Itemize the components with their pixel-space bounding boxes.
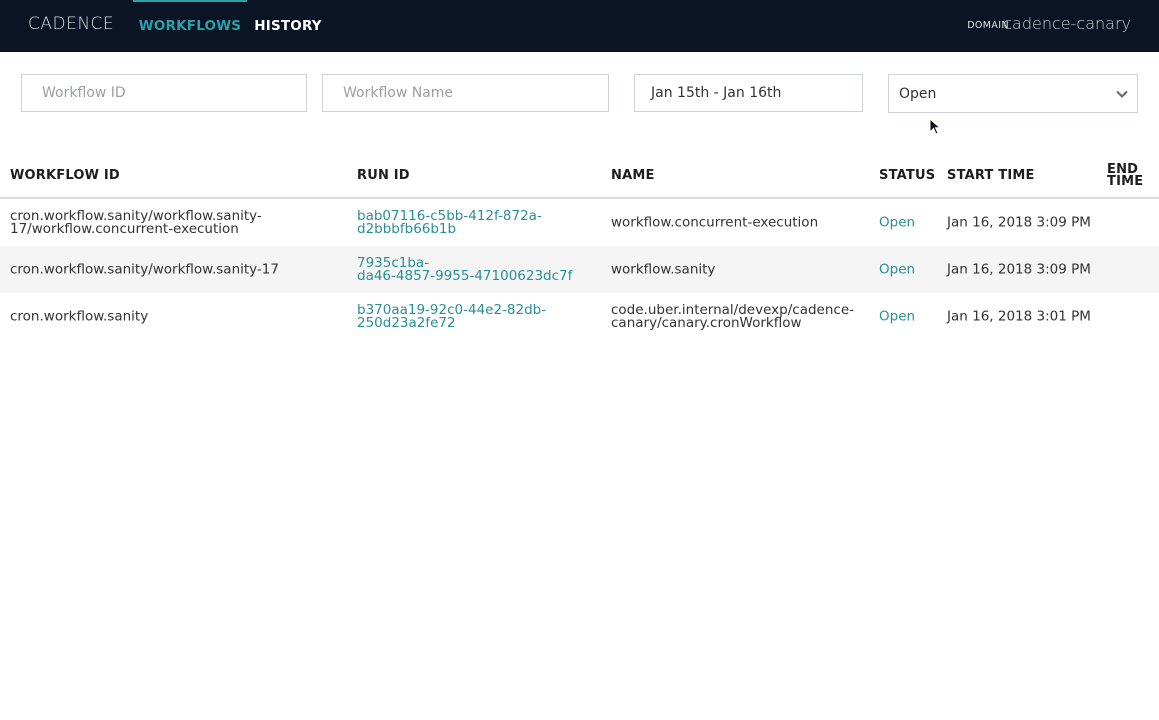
workflow-id-input[interactable] [22, 75, 306, 111]
workflow-id-line: 17/workflow.concurrent-execution [10, 220, 239, 237]
status-cell: Open [879, 308, 916, 324]
mouse-cursor-icon [929, 118, 941, 135]
run-id-line: d2bbbfb66b1b [357, 220, 457, 237]
column-header-status[interactable]: STATUS [879, 169, 935, 182]
workflow-id-line: cron.workflow.sanity [10, 308, 149, 324]
top-navigation-bar: CADENCE WORKFLOWS HISTORY DOMAIN cadence… [0, 0, 1159, 52]
date-range-picker[interactable]: Jan 15th - Jan 16th [634, 74, 863, 112]
column-header-end-time[interactable]: END TIME [1107, 163, 1144, 189]
start-time-cell: Jan 16, 2018 3:01 PM [947, 308, 1091, 324]
brand-logo[interactable]: CADENCE [28, 14, 114, 34]
run-id-link[interactable]: 7935c1ba- da46-4857-9955-47100623dc7f [357, 256, 587, 284]
column-header-workflow-id[interactable]: WORKFLOW ID [10, 169, 120, 182]
workflows-table: WORKFLOW ID RUN ID NAME STATUS START TIM… [0, 152, 1159, 340]
workflow-id-line: cron.workflow.sanity/workflow.sanity-17 [10, 261, 279, 277]
start-time-cell: Jan 16, 2018 3:09 PM [947, 214, 1091, 230]
run-id-link[interactable]: b370aa19-92c0-44e2-82db- 250d23a2fe72 [357, 303, 587, 331]
status-cell: Open [879, 214, 916, 230]
workflow-name-cell: workflow.concurrent-execution [611, 214, 861, 230]
column-header-run-id[interactable]: RUN ID [357, 169, 410, 182]
status-cell: Open [879, 261, 916, 277]
table-row: cron.workflow.sanity b370aa19-92c0-44e2-… [0, 293, 1159, 340]
run-id-link[interactable]: bab07116-c5bb-412f-872a- d2bbbfb66b1b [357, 209, 587, 237]
start-time-cell: Jan 16, 2018 3:09 PM [947, 261, 1091, 277]
workflow-name-input[interactable] [323, 75, 608, 111]
workflow-name-line: workflow.sanity [611, 261, 716, 277]
workflow-id-cell: cron.workflow.sanity/workflow.sanity- 17… [10, 209, 340, 237]
column-header-start-time[interactable]: START TIME [947, 169, 1035, 182]
workflow-name-cell: code.uber.internal/devexp/cadence- canar… [611, 303, 861, 331]
workflow-name-cell: workflow.sanity [611, 261, 861, 277]
table-row: cron.workflow.sanity/workflow.sanity- 17… [0, 199, 1159, 246]
table-row: cron.workflow.sanity/workflow.sanity-17 … [0, 246, 1159, 293]
workflow-name-line: canary/canary.cronWorkflow [611, 314, 802, 331]
domain-value[interactable]: cadence-canary [1003, 14, 1131, 33]
column-header-name[interactable]: NAME [611, 169, 655, 182]
column-header-end-time-line2: TIME [1107, 174, 1144, 189]
chevron-down-icon [1116, 90, 1128, 98]
workflow-id-cell: cron.workflow.sanity [10, 308, 340, 324]
run-id-line: 250d23a2fe72 [357, 314, 456, 331]
status-select-value: Open [899, 86, 937, 102]
workflow-name-line: workflow.concurrent-execution [611, 214, 819, 230]
status-select[interactable]: Open [888, 74, 1138, 113]
workflow-id-filter [21, 74, 307, 112]
tab-workflows[interactable]: WORKFLOWS [133, 0, 247, 52]
run-id-line: da46-4857-9955-47100623dc7f [357, 267, 573, 284]
tab-history[interactable]: HISTORY [250, 0, 326, 52]
table-header: WORKFLOW ID RUN ID NAME STATUS START TIM… [0, 152, 1159, 199]
workflow-id-cell: cron.workflow.sanity/workflow.sanity-17 [10, 261, 340, 277]
workflow-name-filter [322, 74, 609, 112]
